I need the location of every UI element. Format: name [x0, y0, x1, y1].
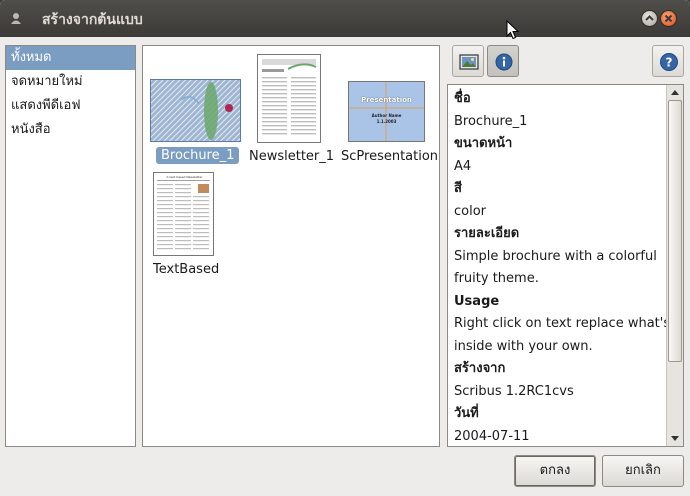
field-value-date: 2004-07-11 — [454, 428, 530, 444]
field-label-usage: Usage — [454, 293, 500, 309]
field-label-created-with: สร้างจาก — [454, 361, 506, 376]
template-label: ScPresentation — [341, 149, 439, 164]
template-thumbnail: Presentation Author Name 1.1.2003 — [348, 81, 425, 142]
category-item-new-letter[interactable]: จดหมายใหม่ — [6, 70, 135, 94]
template-label: Brochure_1 — [156, 147, 240, 164]
thumb-author: Author Name — [371, 113, 402, 118]
template-thumbnail — [150, 79, 241, 142]
scroll-thumb[interactable] — [668, 100, 682, 362]
scroll-down-arrow-icon[interactable] — [669, 432, 681, 444]
info-icon — [495, 53, 513, 71]
app-icon — [11, 13, 21, 24]
category-list[interactable]: ทั้งหมด จดหมายใหม่ แสดงพีดีเอฟ หนังสือ — [5, 45, 136, 447]
field-value-usage: Right click on text replace what's — [454, 316, 671, 331]
textbased-preview-image — [157, 180, 210, 250]
field-value-created-with: Scribus 1.2RC1cvs — [454, 383, 574, 399]
template-label: TextBased — [153, 262, 220, 277]
thumb-title: Presentation — [361, 96, 412, 104]
field-label-page-size: ขนาดหน้า — [454, 136, 513, 151]
category-item-pdf-presentation[interactable]: แสดงพีดีเอฟ — [6, 94, 135, 118]
field-label-color: สี — [454, 181, 462, 196]
category-item-all[interactable]: ทั้งหมด — [6, 46, 135, 70]
field-value-page-size: A4 — [454, 158, 472, 174]
newsletter-preview-image — [262, 59, 317, 135]
info-scrollbar[interactable] — [666, 85, 683, 446]
help-icon: ? — [660, 53, 678, 71]
create-from-template-dialog: สร้างจากต้นแบบ ทั้งหมด จดหมายใหม่ แสดงพี… — [0, 0, 690, 496]
template-thumbnail: A text based Newsletter — [153, 172, 214, 256]
field-value-name: Brochure_1 — [454, 113, 528, 129]
template-info-panel[interactable]: ชื่อ Brochure_1 ขนาดหน้า A4 สี color ราย… — [447, 84, 684, 447]
field-label-date: วันที่ — [454, 406, 479, 421]
tab-info[interactable] — [487, 45, 519, 77]
tab-preview[interactable] — [452, 45, 484, 77]
field-label-description: รายละเอียด — [454, 226, 520, 241]
title-bar[interactable]: สร้างจากต้นแบบ — [0, 0, 690, 40]
close-icon — [664, 14, 673, 23]
svg-text:?: ? — [666, 56, 673, 70]
field-label-name: ชื่อ — [454, 91, 471, 106]
field-value-usage-cont: inside with your own. — [454, 338, 593, 354]
presentation-preview-image — [349, 82, 424, 141]
info-tab-bar: ? — [447, 45, 685, 79]
category-item-book[interactable]: หนังสือ — [6, 118, 135, 142]
ok-button[interactable]: ตกลง — [514, 455, 596, 487]
template-thumbnail — [257, 54, 321, 143]
template-icon-view[interactable]: Brochure_1 Newsletter_1 Presentation Aut… — [142, 45, 440, 447]
thumb-date: 1.1.2003 — [376, 119, 397, 124]
close-button[interactable] — [660, 10, 677, 27]
mouse-cursor-icon — [506, 20, 520, 40]
help-button[interactable]: ? — [652, 45, 684, 77]
info-content: ชื่อ Brochure_1 ขนาดหน้า A4 สี color ราย… — [454, 88, 671, 446]
minimize-button[interactable] — [641, 10, 658, 27]
window-title: สร้างจากต้นแบบ — [42, 12, 143, 28]
image-icon — [459, 54, 479, 70]
field-value-description-cont: fruity theme. — [454, 271, 539, 286]
field-value-description: Simple brochure with a colorful — [454, 248, 657, 264]
brochure-preview-image — [151, 80, 240, 141]
cancel-button[interactable]: ยกเลิก — [602, 455, 684, 487]
scroll-up-arrow-icon[interactable] — [669, 87, 681, 99]
field-value-color: color — [454, 203, 487, 219]
template-label: Newsletter_1 — [249, 149, 335, 164]
thumb-title: A text based Newsletter — [166, 175, 203, 179]
chevron-up-icon — [645, 15, 654, 21]
